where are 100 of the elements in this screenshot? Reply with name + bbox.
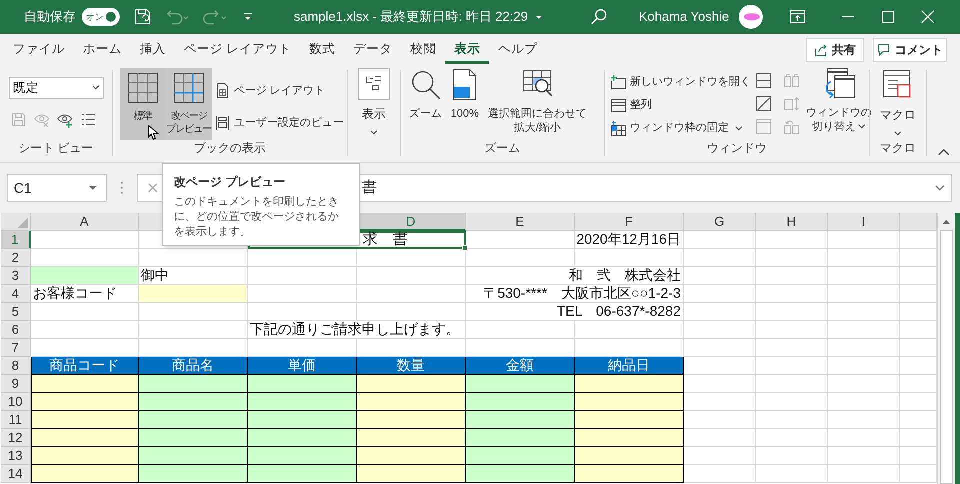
input-cell[interactable] bbox=[466, 411, 575, 429]
search-icon[interactable] bbox=[590, 8, 608, 26]
input-cell[interactable] bbox=[357, 393, 466, 411]
hide-window-icon[interactable] bbox=[756, 96, 772, 112]
eye-plus-icon[interactable] bbox=[57, 112, 73, 128]
input-cell[interactable] bbox=[357, 465, 466, 483]
window-button[interactable]: 整列 bbox=[611, 95, 751, 116]
input-cell[interactable] bbox=[139, 447, 248, 465]
column-header[interactable]: D bbox=[357, 213, 466, 231]
input-cell[interactable] bbox=[139, 465, 248, 483]
input-cell[interactable] bbox=[139, 375, 248, 393]
input-cell[interactable] bbox=[31, 411, 139, 429]
input-cell[interactable] bbox=[466, 447, 575, 465]
input-cell[interactable] bbox=[248, 375, 357, 393]
input-cell[interactable] bbox=[248, 429, 357, 447]
name-box[interactable]: C1 bbox=[7, 174, 107, 202]
custom-view-icon bbox=[215, 115, 231, 131]
fill-handle[interactable] bbox=[462, 245, 468, 251]
list-icon[interactable] bbox=[80, 112, 96, 128]
ribbon-tab[interactable]: ホーム bbox=[74, 34, 131, 64]
input-cell[interactable] bbox=[31, 375, 139, 393]
input-cell[interactable] bbox=[575, 429, 684, 447]
row-header[interactable]: 7 bbox=[1, 339, 31, 357]
row-header[interactable]: 5 bbox=[1, 303, 31, 321]
row-header[interactable]: 3 bbox=[1, 267, 31, 285]
column-header[interactable]: H bbox=[756, 213, 828, 231]
show-button[interactable]: 表示 bbox=[358, 68, 390, 136]
input-cell[interactable] bbox=[139, 411, 248, 429]
input-cell[interactable] bbox=[466, 393, 575, 411]
zoom-button[interactable]: 選択範囲に合わせて 拡大/縮小 bbox=[486, 69, 589, 135]
autosave-toggle[interactable]: オン bbox=[82, 8, 120, 26]
input-cell[interactable] bbox=[31, 447, 139, 465]
ribbon-tab[interactable]: ページ レイアウト bbox=[175, 34, 300, 64]
window-button[interactable]: ウィンドウ枠の固定 bbox=[611, 118, 751, 139]
maximize-icon[interactable] bbox=[881, 10, 896, 24]
ribbon-tab[interactable]: 数式 bbox=[300, 34, 344, 64]
row-header[interactable]: 2 bbox=[1, 249, 31, 267]
ribbon-tab[interactable]: 校閲 bbox=[401, 34, 446, 64]
column-header[interactable]: E bbox=[466, 213, 575, 231]
view-dropdown[interactable]: 既定 bbox=[9, 77, 104, 99]
input-cell[interactable] bbox=[357, 411, 466, 429]
row-header[interactable]: 8 bbox=[1, 357, 31, 375]
input-cell[interactable] bbox=[357, 375, 466, 393]
input-cell[interactable] bbox=[466, 375, 575, 393]
split-icon[interactable] bbox=[756, 73, 772, 89]
row-header[interactable]: 6 bbox=[1, 321, 31, 339]
input-cell[interactable] bbox=[357, 429, 466, 447]
chevron-down-icon bbox=[894, 131, 902, 137]
row-header[interactable]: 1 bbox=[1, 231, 31, 249]
avatar-icon[interactable] bbox=[739, 5, 764, 29]
row-header[interactable]: 10 bbox=[1, 393, 31, 411]
row-header[interactable]: 13 bbox=[1, 447, 31, 465]
chevron-down-icon bbox=[92, 85, 100, 91]
ribbon-tab[interactable]: データ bbox=[344, 34, 402, 64]
scroll-thumb[interactable] bbox=[940, 230, 953, 484]
customize-caret-icon[interactable] bbox=[242, 11, 254, 23]
close-icon[interactable] bbox=[921, 10, 936, 24]
input-cell[interactable] bbox=[248, 465, 357, 483]
row-header[interactable]: 12 bbox=[1, 429, 31, 447]
vertical-scrollbar[interactable] bbox=[937, 213, 955, 484]
view-small-button[interactable]: ユーザー設定のビュー bbox=[215, 113, 344, 133]
input-cell[interactable] bbox=[466, 465, 575, 483]
zoom-button[interactable]: ズーム bbox=[407, 69, 444, 121]
input-cell[interactable] bbox=[575, 447, 684, 465]
window-button[interactable]: 新しいウィンドウを開く bbox=[611, 72, 751, 93]
input-cell[interactable] bbox=[31, 465, 139, 483]
row-header[interactable]: 4 bbox=[1, 285, 31, 303]
input-cell[interactable] bbox=[31, 393, 139, 411]
ribbon-tab[interactable]: 挿入 bbox=[131, 34, 175, 64]
input-cell[interactable] bbox=[248, 447, 357, 465]
input-cell[interactable] bbox=[575, 411, 684, 429]
ribbon-tab[interactable]: ファイル bbox=[4, 34, 74, 64]
input-cell[interactable] bbox=[575, 465, 684, 483]
view-button[interactable]: 改ページ プレビュー bbox=[166, 68, 212, 140]
ribbon-display-icon[interactable] bbox=[790, 10, 806, 24]
input-cell[interactable] bbox=[575, 375, 684, 393]
column-header[interactable]: A bbox=[31, 213, 139, 231]
row-header[interactable]: 9 bbox=[1, 375, 31, 393]
input-cell[interactable] bbox=[248, 393, 357, 411]
collapse-ribbon-icon[interactable] bbox=[938, 148, 950, 156]
share-button[interactable]: 共有 bbox=[806, 38, 864, 62]
row-header[interactable]: 11 bbox=[1, 411, 31, 429]
row-header[interactable]: 14 bbox=[1, 465, 31, 483]
input-cell[interactable] bbox=[139, 393, 248, 411]
comment-button[interactable]: コメント bbox=[873, 38, 947, 62]
input-cell[interactable] bbox=[31, 429, 139, 447]
input-cell[interactable] bbox=[466, 429, 575, 447]
macro-button[interactable]: マクロ bbox=[880, 69, 916, 137]
save-icon[interactable] bbox=[134, 8, 152, 26]
column-header[interactable]: G bbox=[684, 213, 756, 231]
cell-text: 求 書 bbox=[363, 232, 408, 248]
input-cell[interactable] bbox=[248, 411, 357, 429]
view-small-button[interactable]: ページ レイアウト bbox=[215, 81, 344, 101]
column-header[interactable]: I bbox=[828, 213, 900, 231]
input-cell[interactable] bbox=[357, 447, 466, 465]
ribbon-tab[interactable]: ヘルプ bbox=[489, 34, 546, 64]
view-button[interactable]: 標準 bbox=[120, 68, 166, 140]
input-cell[interactable] bbox=[139, 429, 248, 447]
input-cell[interactable] bbox=[575, 393, 684, 411]
zoom-button[interactable]: 100% bbox=[447, 69, 483, 121]
